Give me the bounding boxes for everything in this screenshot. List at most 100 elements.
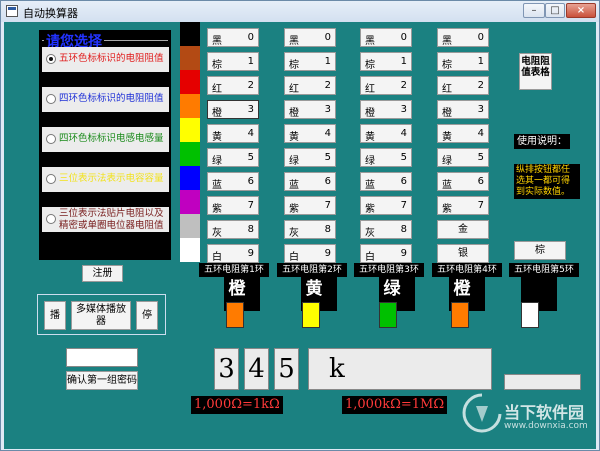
choice-option-4[interactable]: 三位表示法表示电容容量 (42, 167, 169, 192)
color-name: 棕 (442, 60, 452, 71)
ring3-color-button[interactable]: 橙3 (360, 100, 412, 119)
password-input[interactable] (66, 348, 138, 367)
ring-4-label: 五环电阻第4环 (432, 263, 502, 277)
maximize-button[interactable]: □ (545, 3, 565, 18)
color-name: 蓝 (212, 180, 222, 191)
ring4-silver-button[interactable]: 银 (437, 244, 489, 263)
color-name: 白 (212, 252, 222, 263)
extra-display-box (504, 374, 581, 390)
ring2-color-button[interactable]: 红2 (284, 76, 336, 95)
color-name: 蓝 (365, 180, 375, 191)
media-player-button[interactable]: 多媒体播放器 (71, 301, 131, 330)
help-text: 纵排按钮都任选其一都可得到实际数值。 (514, 164, 580, 199)
ring4-gold-button[interactable]: 金 (437, 220, 489, 239)
color-swatch-green (180, 142, 200, 166)
ring2-color-button[interactable]: 白9 (284, 244, 336, 263)
title-bar[interactable]: 自动换算器 – □ × (1, 1, 599, 22)
ring2-color-button[interactable]: 蓝6 (284, 172, 336, 191)
ring4-color-button[interactable]: 黑0 (437, 28, 489, 47)
ring1-color-button[interactable]: 白9 (207, 244, 259, 263)
ring3-color-button[interactable]: 黑0 (360, 28, 412, 47)
ring2-color-button[interactable]: 棕1 (284, 52, 336, 71)
color-value: 8 (324, 224, 331, 235)
ring4-color-button[interactable]: 棕1 (437, 52, 489, 71)
ring1-color-button[interactable]: 紫7 (207, 196, 259, 215)
color-swatch-yellow (180, 118, 200, 142)
ring1-color-button[interactable]: 红2 (207, 76, 259, 95)
color-name: 黄 (365, 132, 375, 143)
ring4-color-button[interactable]: 红2 (437, 76, 489, 95)
radio-button[interactable] (46, 54, 56, 64)
ring1-color-button[interactable]: 绿5 (207, 148, 259, 167)
ring1-color-button[interactable]: 灰8 (207, 220, 259, 239)
ring3-color-button[interactable]: 绿5 (360, 148, 412, 167)
register-button[interactable]: 注册 (82, 265, 123, 282)
ring3-color-button[interactable]: 紫7 (360, 196, 412, 215)
ring4-color-button[interactable]: 蓝6 (437, 172, 489, 191)
color-value: 9 (400, 248, 407, 259)
ring4-color-button[interactable]: 紫7 (437, 196, 489, 215)
resistor-table-button[interactable]: 电阻阻值表格 (519, 53, 552, 90)
color-value: 2 (400, 80, 407, 91)
color-name: 灰 (289, 228, 299, 239)
color-value: 4 (247, 128, 254, 139)
color-value: 5 (400, 152, 407, 163)
color-value: 0 (400, 32, 407, 43)
ring2-color-button[interactable]: 绿5 (284, 148, 336, 167)
color-name: 灰 (365, 228, 375, 239)
close-button[interactable]: × (566, 3, 596, 18)
play-button[interactable]: 播 (44, 301, 66, 330)
ring4-color-button[interactable]: 黄4 (437, 124, 489, 143)
help-label: 使用说明： (514, 134, 570, 149)
ring1-color-button[interactable]: 橙3 (207, 100, 259, 119)
color-value: 2 (477, 80, 484, 91)
color-value: 8 (247, 224, 254, 235)
radio-button[interactable] (46, 134, 56, 144)
ring3-color-button[interactable]: 红2 (360, 76, 412, 95)
ring3-color-button[interactable]: 灰8 (360, 220, 412, 239)
choice-option-5[interactable]: 三位表示法贴片电阻以及精密或单圈电位器电阻值 (42, 207, 169, 232)
color-value: 5 (324, 152, 331, 163)
choice-option-1[interactable]: 五环色标标识的电阻阻值 (42, 47, 169, 72)
radio-button[interactable] (46, 94, 56, 104)
color-value: 7 (324, 200, 331, 211)
stop-button[interactable]: 停 (136, 301, 158, 330)
ring5-brown-button[interactable]: 棕 (514, 241, 566, 260)
formula-kohm: 1,000Ω=1kΩ (191, 396, 283, 414)
color-swatch-violet (180, 190, 200, 214)
color-value: 0 (247, 32, 254, 43)
radio-button[interactable] (46, 174, 56, 184)
color-name: 紫 (289, 204, 299, 215)
color-value: 1 (324, 56, 331, 67)
app-window: 自动换算器 – □ × 请您选择 五环色标标识的电阻阻值 四环色标标识的电阻阻值四… (0, 0, 600, 451)
radio-button[interactable] (46, 214, 56, 224)
color-swatch-brown (180, 46, 200, 70)
ring2-color-button[interactable]: 黄4 (284, 124, 336, 143)
ring3-color-button[interactable]: 棕1 (360, 52, 412, 71)
confirm-password-button[interactable]: 确认第一组密码 (66, 371, 138, 390)
color-name: 红 (289, 84, 299, 95)
ring2-color-button[interactable]: 灰8 (284, 220, 336, 239)
ring3-color-button[interactable]: 黄4 (360, 124, 412, 143)
color-value: 5 (247, 152, 254, 163)
ring1-color-button[interactable]: 蓝6 (207, 172, 259, 191)
choice-option-3[interactable]: 四环色标标识电感电感量 (42, 127, 169, 152)
ring2-color-button[interactable]: 橙3 (284, 100, 336, 119)
ring3-color-button[interactable]: 蓝6 (360, 172, 412, 191)
ring2-color-button[interactable]: 黑0 (284, 28, 336, 47)
minimize-button[interactable]: – (523, 3, 545, 18)
ring1-color-button[interactable]: 棕1 (207, 52, 259, 71)
color-value: 1 (477, 56, 484, 67)
choice-option-2[interactable]: 四环色标标识的电阻阻值 (42, 87, 169, 112)
color-swatch-black (180, 22, 200, 46)
watermark-title: 当下软件园 (504, 403, 585, 422)
ring-3-label: 五环电阻第3环 (354, 263, 424, 277)
ring3-color-button[interactable]: 白9 (360, 244, 412, 263)
color-name: 红 (442, 84, 452, 95)
ring2-color-button[interactable]: 紫7 (284, 196, 336, 215)
color-name: 蓝 (289, 180, 299, 191)
ring1-color-button[interactable]: 黄4 (207, 124, 259, 143)
ring4-color-button[interactable]: 橙3 (437, 100, 489, 119)
ring1-color-button[interactable]: 黑0 (207, 28, 259, 47)
ring4-color-button[interactable]: 绿5 (437, 148, 489, 167)
